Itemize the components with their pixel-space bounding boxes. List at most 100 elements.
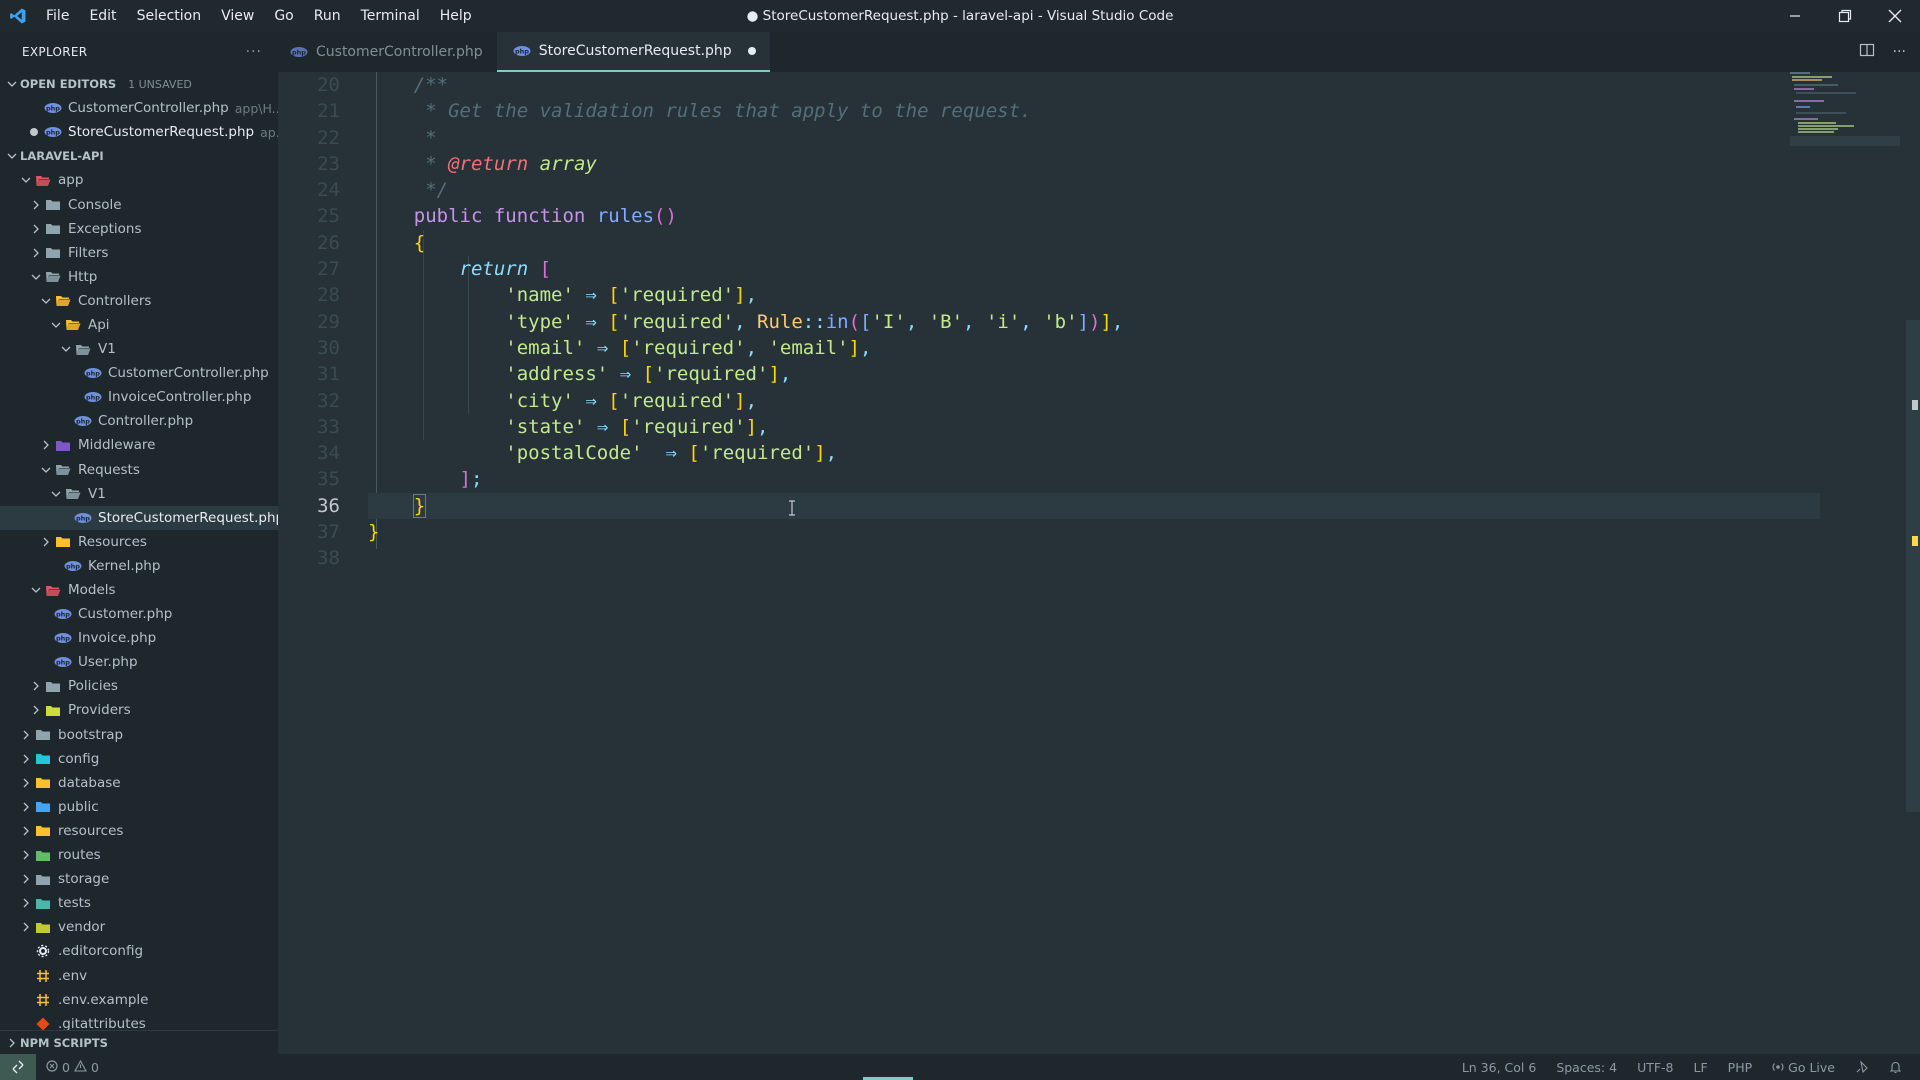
tree-folder[interactable]: Middleware [0, 433, 278, 457]
tree-folder[interactable]: Controllers [0, 289, 278, 313]
tree-folder[interactable]: Providers [0, 698, 278, 722]
tree-folder[interactable]: Resources [0, 530, 278, 554]
remote-icon[interactable] [0, 1054, 36, 1080]
minimap[interactable] [1788, 72, 1908, 162]
tree-folder[interactable]: V1 [0, 337, 278, 361]
chevron-right-icon [18, 849, 34, 861]
code-area[interactable]: /** * Get the validation rules that appl… [368, 72, 1820, 572]
tree-file[interactable]: php Invoice.php [0, 626, 278, 650]
project-header[interactable]: LARAVEL-API [0, 144, 278, 168]
tree-item-label: Api [88, 316, 110, 333]
tree-item-label: vendor [58, 919, 106, 936]
open-editor-item[interactable]: php CustomerController.php app\H... [0, 96, 278, 120]
php-file-icon: php [74, 414, 92, 428]
tree-folder[interactable]: Policies [0, 674, 278, 698]
npm-scripts-header[interactable]: NPM SCRIPTS [0, 1030, 278, 1054]
restore-button[interactable] [1820, 0, 1870, 32]
tree-item-label: tests [58, 895, 91, 912]
close-button[interactable] [1870, 0, 1920, 32]
open-editors-header[interactable]: OPEN EDITORS 1 UNSAVED [0, 72, 278, 96]
tree-folder[interactable]: Exceptions [0, 217, 278, 241]
editorconfig-icon [34, 944, 52, 958]
language-mode[interactable]: PHP [1728, 1060, 1752, 1075]
chevron-right-icon [28, 680, 44, 692]
menu-go[interactable]: Go [264, 0, 303, 32]
line-number: 24 [317, 179, 340, 202]
tree-file[interactable]: php User.php [0, 650, 278, 674]
svg-text:php: php [56, 659, 70, 667]
tree-folder[interactable]: tests [0, 891, 278, 915]
notifications-bell-icon[interactable] [1889, 1060, 1902, 1074]
tree-folder[interactable]: public [0, 795, 278, 819]
tree-folder[interactable]: resources [0, 819, 278, 843]
status-bar: 0 0 Ln 36, Col 6 Spaces: 4 UTF-8 LF PHP … [0, 1054, 1920, 1080]
tree-item-label: Policies [68, 678, 118, 695]
chevron-down-icon [48, 319, 64, 331]
minimize-button[interactable] [1770, 0, 1820, 32]
tree-folder[interactable]: Api [0, 313, 278, 337]
tree-item-label: Middleware [78, 437, 156, 454]
git-icon [34, 1017, 52, 1031]
tree-item-label: .editorconfig [58, 943, 144, 960]
menu-run[interactable]: Run [304, 0, 351, 32]
tree-item-label: Requests [78, 461, 140, 478]
more-actions-icon[interactable]: ··· [246, 44, 262, 60]
broadcast-icon [1772, 1063, 1784, 1071]
chevron-down-icon [38, 464, 54, 476]
tree-folder[interactable]: vendor [0, 915, 278, 939]
folder-icon [34, 896, 52, 910]
tree-file[interactable]: php InvoiceController.php [0, 385, 278, 409]
vertical-scrollbar[interactable] [1906, 320, 1920, 812]
tree-folder[interactable]: Http [0, 265, 278, 289]
tree-folder[interactable]: Requests [0, 458, 278, 482]
tree-file[interactable]: .env [0, 963, 278, 987]
cursor-position[interactable]: Ln 36, Col 6 [1462, 1060, 1537, 1075]
tab-customer-controller[interactable]: php CustomerController.php [278, 32, 497, 72]
tab-store-customer-request[interactable]: php StoreCustomerRequest.php [496, 32, 770, 72]
tree-folder[interactable]: Console [0, 192, 278, 216]
unsaved-dot-icon[interactable] [30, 128, 38, 137]
tab-label: StoreCustomerRequest.php [538, 43, 732, 59]
problems-indicator[interactable]: 0 0 [46, 1059, 99, 1075]
tree-file[interactable]: .editorconfig [0, 939, 278, 963]
tree-file[interactable]: php Customer.php [0, 602, 278, 626]
indentation[interactable]: Spaces: 4 [1556, 1060, 1617, 1075]
explorer-sidebar: EXPLORER ··· OPEN EDITORS 1 UNSAVED php … [0, 32, 278, 1054]
line-number: 38 [317, 547, 340, 570]
encoding[interactable]: UTF-8 [1637, 1060, 1673, 1075]
tree-folder[interactable]: storage [0, 867, 278, 891]
feedback-icon[interactable] [1855, 1060, 1869, 1074]
tree-folder[interactable]: V1 [0, 482, 278, 506]
menu-view[interactable]: View [211, 0, 264, 32]
menu-terminal[interactable]: Terminal [351, 0, 430, 32]
tree-item-label: Resources [78, 533, 147, 550]
tree-folder[interactable]: app [0, 168, 278, 192]
menu-help[interactable]: Help [430, 0, 482, 32]
split-editor-icon[interactable] [1859, 42, 1875, 62]
tree-file[interactable]: .env.example [0, 988, 278, 1012]
tree-folder[interactable]: Filters [0, 241, 278, 265]
tree-file[interactable]: php CustomerController.php [0, 361, 278, 385]
more-actions-icon[interactable]: ··· [1893, 44, 1906, 60]
menu-file[interactable]: File [36, 0, 79, 32]
go-live-button[interactable]: Go Live [1772, 1060, 1835, 1075]
menu-selection[interactable]: Selection [127, 0, 212, 32]
tree-file[interactable]: php Kernel.php [0, 554, 278, 578]
tree-file[interactable]: php Controller.php [0, 409, 278, 433]
tree-item-label: Customer.php [78, 606, 173, 623]
tree-folder[interactable]: routes [0, 843, 278, 867]
tree-folder[interactable]: config [0, 747, 278, 771]
modified-dot-icon[interactable] [747, 47, 756, 55]
code-editor[interactable]: 20 21 22 23 24 25 26 27 28 29 30 31 32 33 34 35 36 37 38 /… [278, 72, 1920, 1054]
tree-file[interactable]: php StoreCustomerRequest.php [0, 505, 278, 530]
folder-icon [34, 872, 52, 886]
tree-folder[interactable]: Models [0, 578, 278, 602]
tree-folder[interactable]: database [0, 771, 278, 795]
tree-folder[interactable]: bootstrap [0, 723, 278, 747]
scroll-marker [1912, 536, 1918, 546]
line-number: 35 [317, 468, 340, 491]
php-file-icon: php [290, 46, 308, 58]
menu-edit[interactable]: Edit [79, 0, 126, 32]
open-editor-item[interactable]: php StoreCustomerRequest.php ap... [0, 120, 278, 144]
line-ending[interactable]: LF [1694, 1060, 1708, 1075]
